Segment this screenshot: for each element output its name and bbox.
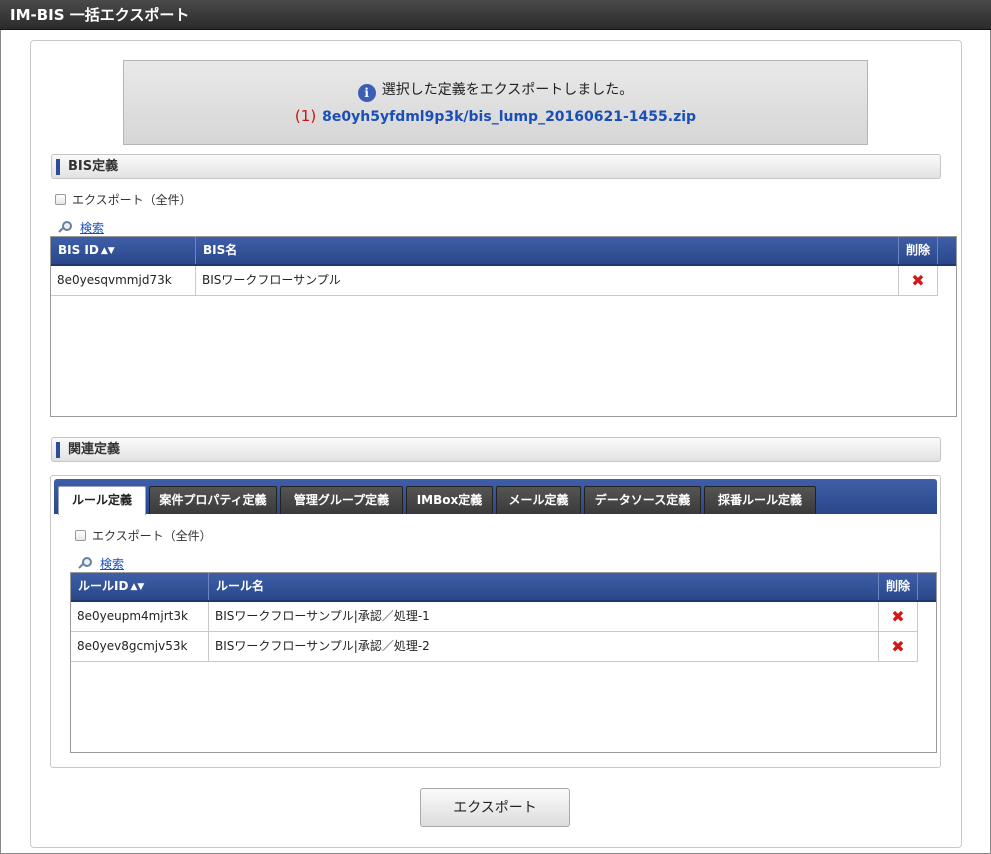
column-header-bis-id[interactable]: BIS ID ▲▼ bbox=[51, 237, 196, 264]
tab-rule[interactable]: ルール定義 bbox=[58, 486, 146, 515]
checkbox-label: エクスポート（全件） bbox=[72, 193, 192, 207]
bis-export-all-checkbox[interactable]: エクスポート（全件） bbox=[55, 191, 192, 208]
table-row[interactable]: 8e0yesqvmmjd73k BISワークフローサンプル ✖ bbox=[51, 266, 938, 296]
tab-imbox[interactable]: IMBox定義 bbox=[406, 486, 493, 514]
export-result-message: i 選択した定義をエクスポートしました。 (1) 8e0yh5yfdml9p3k/b… bbox=[123, 60, 868, 145]
rule-grid-header: ルールID ▲▼ ルール名 削除 bbox=[71, 573, 936, 602]
column-header-bis-name: BIS名 bbox=[196, 237, 899, 264]
cell-bis-id: 8e0yesqvmmjd73k bbox=[51, 266, 196, 295]
export-button[interactable]: エクスポート bbox=[420, 788, 570, 827]
message-line: i 選択した定義をエクスポートしました。 bbox=[124, 79, 867, 102]
checkbox-box[interactable] bbox=[55, 194, 66, 205]
cell-rule-id: 8e0yev8gcmjv53k bbox=[71, 632, 209, 661]
related-tabbar: ルール定義 案件プロパティ定義 管理グループ定義 IMBox定義 メール定義 デ… bbox=[54, 479, 937, 515]
column-header-rule-id[interactable]: ルールID ▲▼ bbox=[71, 573, 209, 600]
tab-numbering-rule[interactable]: 採番ルール定義 bbox=[704, 486, 816, 514]
cell-bis-name: BISワークフローサンプル bbox=[196, 266, 899, 295]
rule-export-all-checkbox[interactable]: エクスポート（全件） bbox=[75, 527, 212, 544]
sort-icon[interactable]: ▲▼ bbox=[101, 246, 115, 256]
column-header-rule-name: ルール名 bbox=[209, 573, 879, 600]
table-row[interactable]: 8e0yeupm4mjrt3k BISワークフローサンプル|承認／処理-1 ✖ bbox=[71, 602, 918, 632]
cell-delete: ✖ bbox=[879, 602, 918, 631]
cell-rule-id: 8e0yeupm4mjrt3k bbox=[71, 602, 209, 631]
bis-search-link[interactable]: 検索 bbox=[80, 219, 104, 236]
window-title: IM-BIS 一括エクスポート bbox=[0, 0, 991, 30]
delete-icon[interactable]: ✖ bbox=[899, 266, 937, 295]
checkbox-label: エクスポート（全件） bbox=[92, 529, 212, 543]
tab-data-source[interactable]: データソース定義 bbox=[584, 486, 701, 514]
section-header-bis: BIS定義 bbox=[51, 154, 941, 179]
tab-admin-group[interactable]: 管理グループ定義 bbox=[280, 486, 403, 514]
bis-search[interactable]: 検索 bbox=[58, 219, 104, 236]
column-header-delete: 削除 bbox=[879, 573, 918, 600]
sort-icon[interactable]: ▲▼ bbox=[130, 582, 144, 592]
message-text: 選択した定義をエクスポートしました。 bbox=[381, 82, 634, 98]
section-header-related: 関連定義 bbox=[51, 437, 941, 462]
cell-rule-name: BISワークフローサンプル|承認／処理-2 bbox=[209, 632, 879, 661]
rule-search-link[interactable]: 検索 bbox=[100, 555, 124, 572]
search-icon[interactable] bbox=[58, 220, 72, 235]
annotation-marker: (1) bbox=[294, 107, 317, 125]
search-icon[interactable] bbox=[78, 556, 92, 571]
cell-delete: ✖ bbox=[879, 632, 918, 661]
column-header-delete: 削除 bbox=[899, 237, 938, 264]
tab-mail[interactable]: メール定義 bbox=[496, 486, 581, 514]
delete-icon[interactable]: ✖ bbox=[879, 602, 917, 631]
file-link-line: (1) 8e0yh5yfdml9p3k/bis_lump_20160621-145… bbox=[124, 107, 867, 125]
table-row[interactable]: 8e0yev8gcmjv53k BISワークフローサンプル|承認／処理-2 ✖ bbox=[71, 632, 918, 662]
cell-rule-name: BISワークフローサンプル|承認／処理-1 bbox=[209, 602, 879, 631]
tab-case-property[interactable]: 案件プロパティ定義 bbox=[149, 486, 277, 514]
rule-search[interactable]: 検索 bbox=[78, 555, 124, 572]
cell-delete: ✖ bbox=[899, 266, 938, 295]
bis-grid-header: BIS ID ▲▼ BIS名 削除 bbox=[51, 237, 956, 266]
delete-icon[interactable]: ✖ bbox=[879, 632, 917, 661]
bis-grid: BIS ID ▲▼ BIS名 削除 8e0yesqvmmjd73k BISワークフ… bbox=[50, 236, 957, 417]
download-file-link[interactable]: 8e0yh5yfdml9p3k/bis_lump_20160621-1455.z… bbox=[322, 109, 696, 125]
rule-grid: ルールID ▲▼ ルール名 削除 8e0yeupm4mjrt3k BISワークフロ… bbox=[70, 572, 937, 753]
info-icon: i bbox=[357, 84, 376, 102]
checkbox-box[interactable] bbox=[75, 530, 86, 541]
